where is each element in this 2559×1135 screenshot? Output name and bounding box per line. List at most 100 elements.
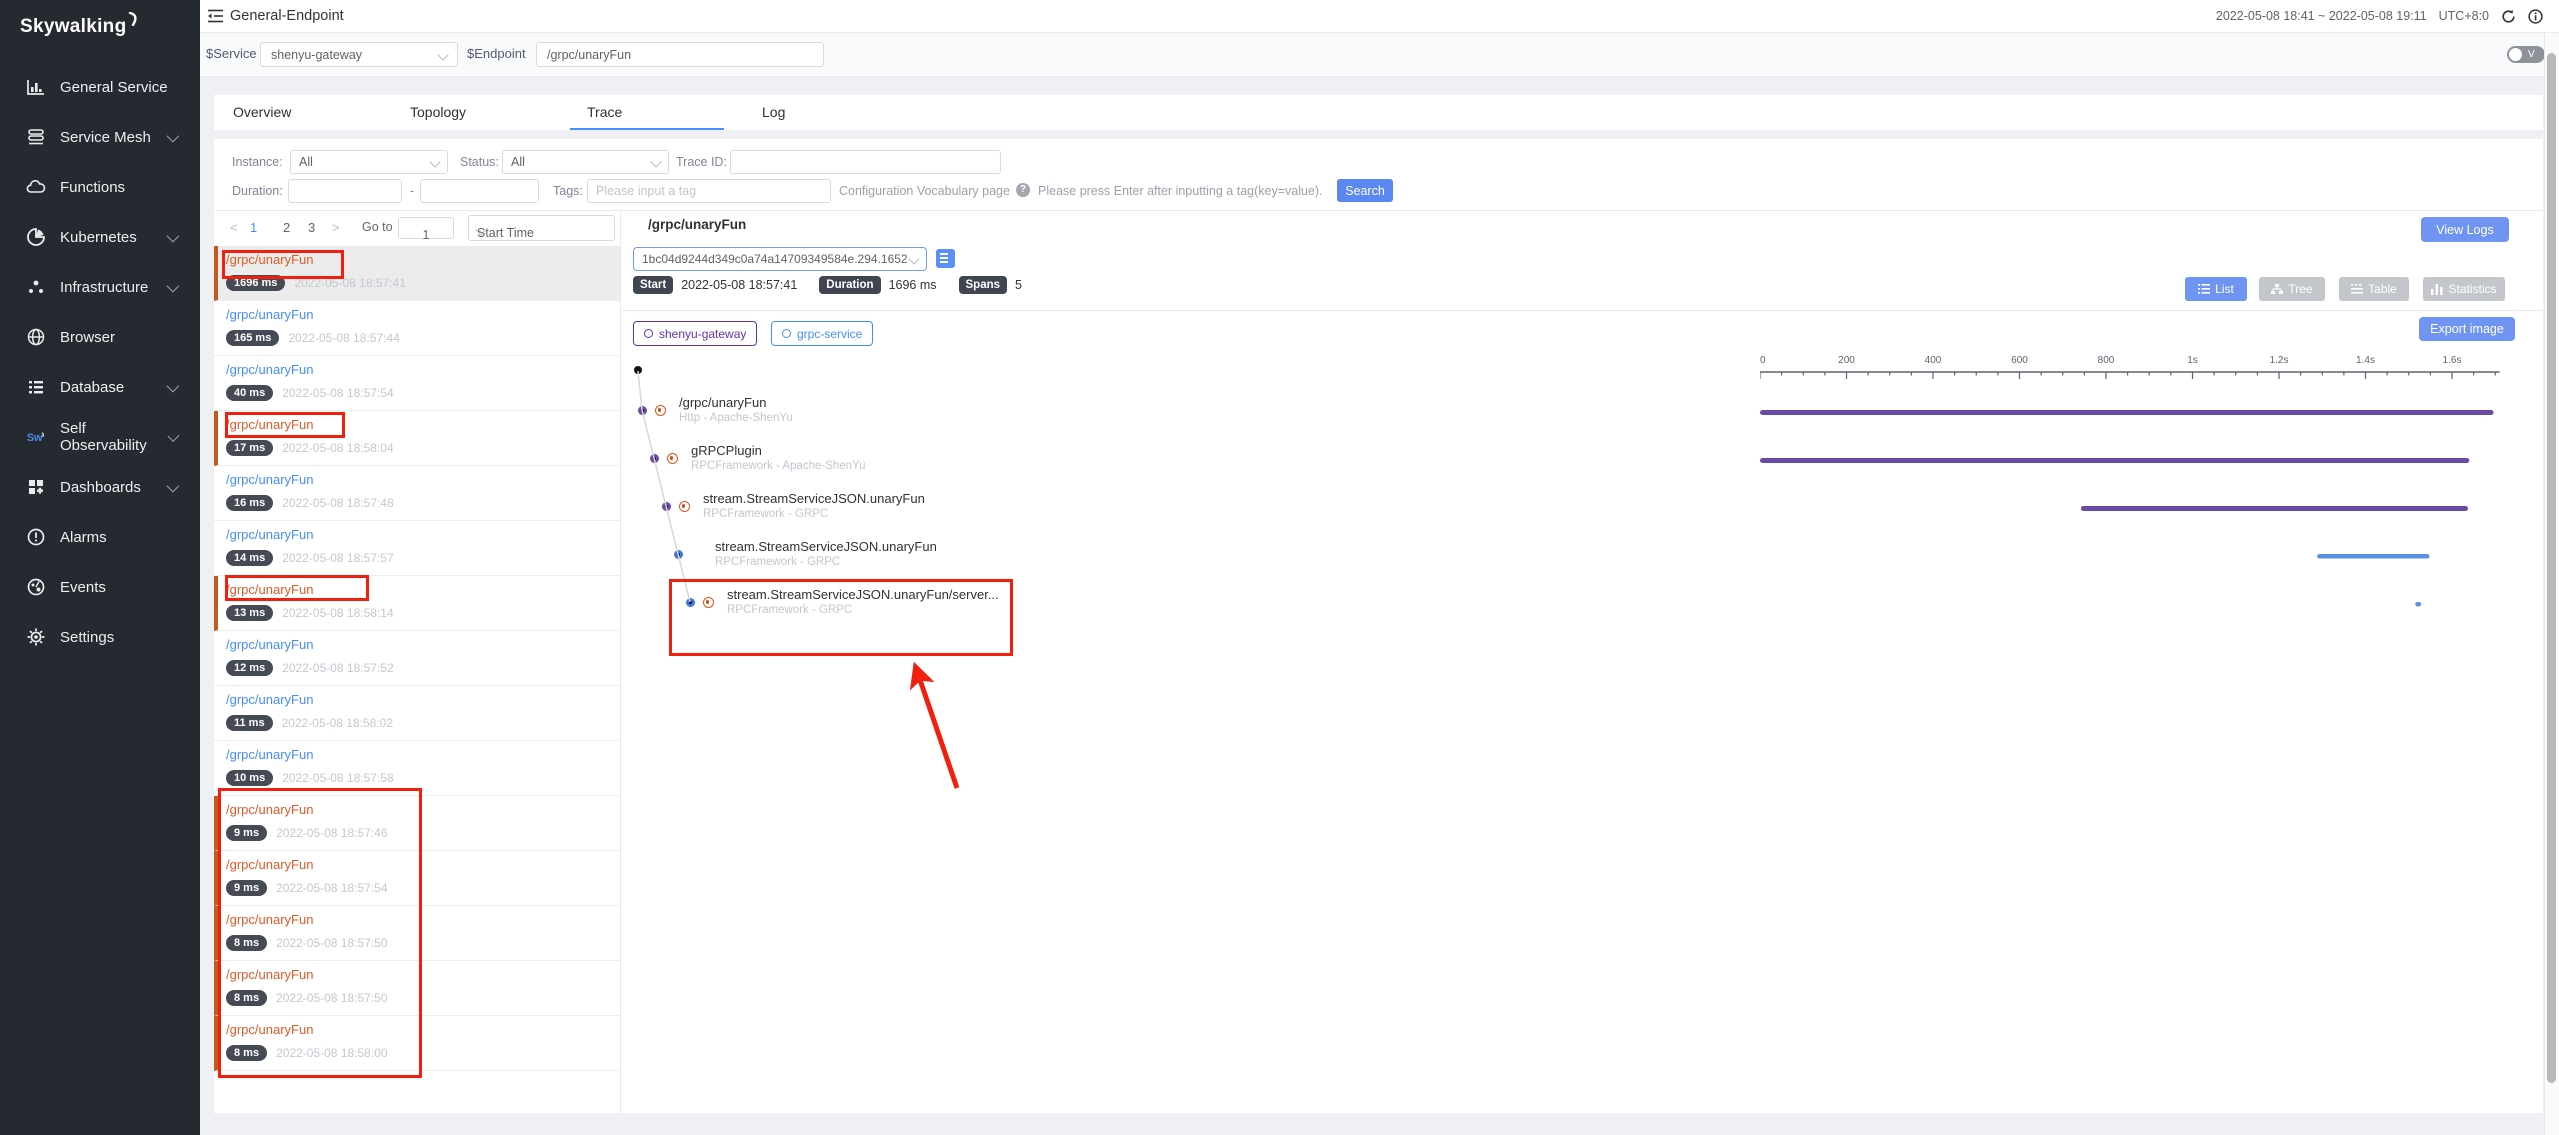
- span-duration-bar[interactable]: [2081, 506, 2468, 511]
- trace-list-item[interactable]: /grpc/unaryFun10 ms2022-05-08 18:57:58: [214, 741, 620, 796]
- scrollbar-thumb[interactable]: [2547, 53, 2556, 1083]
- sort-select[interactable]: Start Time: [468, 215, 615, 241]
- trace-list-item[interactable]: /grpc/unaryFun12 ms2022-05-08 18:57:52: [214, 631, 620, 686]
- tab-topology[interactable]: Topology: [410, 95, 466, 130]
- dots-icon: [26, 277, 46, 297]
- span-name[interactable]: stream.StreamServiceJSON.unaryFun/server…: [727, 587, 999, 602]
- trace-list-item[interactable]: /grpc/unaryFun17 ms2022-05-08 18:58:04: [214, 411, 620, 466]
- sidebar-item-service-mesh[interactable]: Service Mesh: [0, 112, 200, 162]
- trace-start-time: 2022-05-08 18:58:14: [282, 606, 393, 620]
- help-icon[interactable]: ?: [1016, 183, 1030, 197]
- trace-duration-badge: 11 ms: [226, 715, 273, 731]
- svg-text:Sw: Sw: [27, 432, 43, 444]
- trace-list-item[interactable]: /grpc/unaryFun14 ms2022-05-08 18:57:57: [214, 521, 620, 576]
- sidebar-item-alarms[interactable]: Alarms: [0, 512, 200, 562]
- trace-list-item[interactable]: /grpc/unaryFun8 ms2022-05-08 18:58:00: [214, 1016, 620, 1071]
- service-select[interactable]: shenyu-gateway: [260, 42, 458, 67]
- legend-service-grpc-service[interactable]: grpc-service: [771, 321, 873, 346]
- span-name[interactable]: /grpc/unaryFun: [679, 395, 766, 410]
- timezone[interactable]: UTC+8:0: [2439, 9, 2489, 23]
- vocabulary-link[interactable]: Configuration Vocabulary page: [839, 184, 1010, 198]
- span-service-dot[interactable]: [650, 454, 659, 463]
- timeline-tick-label: 0: [1760, 355, 1766, 366]
- span-service-dot[interactable]: [686, 598, 695, 607]
- sidebar-item-database[interactable]: Database: [0, 362, 200, 412]
- info-icon[interactable]: [2528, 9, 2543, 24]
- sidebar-item-self-observability[interactable]: Sw Self Observability: [0, 412, 200, 462]
- endpoint-input[interactable]: /grpc/unaryFun: [536, 42, 824, 67]
- span-name[interactable]: stream.StreamServiceJSON.unaryFun: [703, 491, 925, 506]
- gear-icon: [26, 627, 46, 647]
- trace-duration-badge: 165 ms: [226, 330, 279, 346]
- tab-trace[interactable]: Trace: [587, 95, 622, 130]
- sidebar-item-events[interactable]: Events: [0, 562, 200, 612]
- trace-id-input[interactable]: [730, 150, 1001, 174]
- duration-max-input[interactable]: [420, 179, 539, 203]
- sidebar-item-general-service[interactable]: General Service: [0, 62, 200, 112]
- search-button[interactable]: Search: [1337, 179, 1393, 202]
- trace-list-item[interactable]: /grpc/unaryFun1696 ms2022-05-08 18:57:41: [214, 246, 620, 301]
- refresh-icon[interactable]: [2501, 9, 2516, 24]
- span-name[interactable]: gRPCPlugin: [691, 443, 762, 458]
- sidebar-item-label: Self Observability: [60, 420, 168, 454]
- sidebar-item-label: Browser: [60, 329, 115, 346]
- span-duration-bar[interactable]: [1760, 410, 2494, 415]
- timeline-tick-label: 800: [2098, 355, 2115, 366]
- top-header-bar: General-Endpoint 2022-05-08 18:41 ~ 2022…: [200, 0, 2559, 33]
- trace-id-select[interactable]: 1bc04d9244d349c0a74a14709349584e.294.165…: [633, 247, 927, 271]
- trace-endpoint: /grpc/unaryFun: [226, 472, 313, 487]
- duration-min-input[interactable]: [288, 179, 402, 203]
- divider: [620, 310, 2543, 311]
- timeline-tick-label: 1s: [2187, 355, 2198, 366]
- trace-list-item[interactable]: /grpc/unaryFun16 ms2022-05-08 18:57:48: [214, 466, 620, 521]
- trace-list-item[interactable]: /grpc/unaryFun9 ms2022-05-08 18:57:46: [214, 796, 620, 851]
- span-duration-bar[interactable]: [2415, 602, 2421, 607]
- page-3-button[interactable]: 3: [308, 220, 315, 235]
- span-service-dot[interactable]: [674, 550, 683, 559]
- view-mode-table-button[interactable]: Table: [2339, 277, 2409, 301]
- version-toggle[interactable]: V: [2507, 46, 2545, 63]
- sidebar-item-functions[interactable]: Functions: [0, 162, 200, 212]
- tab-overview[interactable]: Overview: [233, 95, 291, 130]
- sidebar-item-dashboards[interactable]: Dashboards: [0, 462, 200, 512]
- export-image-button[interactable]: Export image: [2419, 317, 2515, 341]
- span-service-dot[interactable]: [662, 502, 671, 511]
- legend-service-shenyu-gateway[interactable]: shenyu-gateway: [633, 321, 757, 346]
- span-name[interactable]: stream.StreamServiceJSON.unaryFun: [715, 539, 937, 554]
- tab-log[interactable]: Log: [762, 95, 785, 130]
- time-range[interactable]: 2022-05-08 18:41 ~ 2022-05-08 19:11: [2216, 9, 2427, 23]
- status-select[interactable]: All: [502, 150, 669, 174]
- sidebar-item-infrastructure[interactable]: Infrastructure: [0, 262, 200, 312]
- prev-page-button[interactable]: <: [230, 220, 238, 235]
- vertical-scrollbar[interactable]: [2544, 33, 2559, 1135]
- next-page-button[interactable]: >: [332, 220, 340, 235]
- view-mode-tree-button[interactable]: Tree: [2259, 277, 2325, 301]
- sidebar-item-settings[interactable]: Settings: [0, 612, 200, 662]
- trace-endpoint: /grpc/unaryFun: [226, 417, 313, 432]
- view-logs-button[interactable]: View Logs: [2421, 217, 2509, 242]
- trace-list-item[interactable]: /grpc/unaryFun8 ms2022-05-08 18:57:50: [214, 906, 620, 961]
- view-mode-statistics-button[interactable]: Statistics: [2423, 277, 2505, 301]
- trace-duration-badge: 10 ms: [226, 770, 273, 786]
- instance-select[interactable]: All: [290, 150, 448, 174]
- span-service-dot[interactable]: [638, 406, 647, 415]
- sidebar-item-kubernetes[interactable]: Kubernetes: [0, 212, 200, 262]
- page-1-button[interactable]: 1: [250, 220, 257, 235]
- tags-input[interactable]: Please input a tag: [587, 179, 831, 203]
- copy-trace-id-icon[interactable]: [936, 249, 955, 268]
- trace-list-item[interactable]: /grpc/unaryFun9 ms2022-05-08 18:57:54: [214, 851, 620, 906]
- page-2-button[interactable]: 2: [283, 220, 290, 235]
- tree-icon: [2271, 284, 2283, 295]
- collapse-sidebar-icon[interactable]: [207, 9, 224, 23]
- view-mode-list-button[interactable]: List: [2185, 277, 2247, 301]
- goto-page-input[interactable]: 1: [398, 217, 454, 239]
- trace-list-item[interactable]: /grpc/unaryFun40 ms2022-05-08 18:57:54: [214, 356, 620, 411]
- trace-list-item[interactable]: /grpc/unaryFun8 ms2022-05-08 18:57:50: [214, 961, 620, 1016]
- trace-list-item[interactable]: /grpc/unaryFun11 ms2022-05-08 18:58:02: [214, 686, 620, 741]
- trace-endpoint: /grpc/unaryFun: [226, 637, 313, 652]
- trace-list-item[interactable]: /grpc/unaryFun165 ms2022-05-08 18:57:44: [214, 301, 620, 356]
- trace-list-item[interactable]: /grpc/unaryFun13 ms2022-05-08 18:58:14: [214, 576, 620, 631]
- sidebar-item-browser[interactable]: Browser: [0, 312, 200, 362]
- span-duration-bar[interactable]: [2317, 554, 2429, 559]
- span-duration-bar[interactable]: [1760, 458, 2469, 463]
